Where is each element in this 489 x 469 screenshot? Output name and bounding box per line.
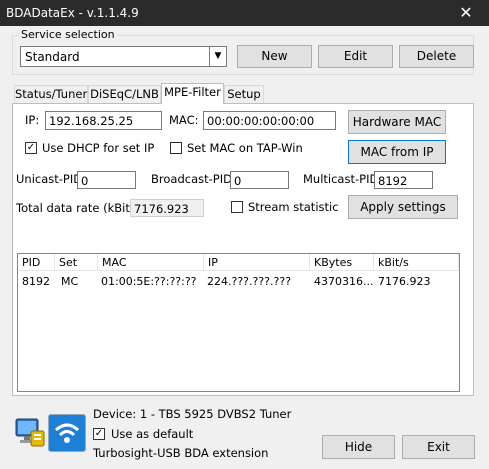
service-select[interactable]: Standard ▼ (20, 46, 227, 67)
window-title: BDADataEx - v.1.1.4.9 (6, 6, 139, 20)
column-header-pid[interactable]: PID (18, 254, 55, 271)
apply-settings-button[interactable]: Apply settings (348, 195, 458, 219)
multicast-pid-input[interactable]: 8192 (374, 171, 433, 189)
app-window: BDADataEx - v.1.1.4.9 ✕ Service selectio… (0, 0, 489, 469)
set-mac-checkbox[interactable] (170, 142, 182, 154)
service-select-value: Standard (25, 50, 80, 64)
stream-statistic-checkbox[interactable] (231, 201, 243, 213)
edit-button[interactable]: Edit (318, 45, 393, 68)
ip-input[interactable]: 192.168.25.25 (45, 111, 162, 130)
tab-diseqc-lnb[interactable]: DiSEqC/LNB (88, 85, 161, 103)
cell-kbytes: 4370316... (314, 275, 374, 288)
column-header-kbytes[interactable]: KBytes (310, 254, 374, 271)
close-icon[interactable]: ✕ (443, 0, 489, 26)
unicast-pid-input[interactable]: 0 (77, 171, 136, 189)
cell-ip: 224.???.???.??? (207, 275, 292, 288)
set-mac-label: Set MAC on TAP-Win (187, 141, 303, 155)
broadcast-pid-input[interactable]: 0 (230, 171, 289, 189)
ip-label: IP: (25, 113, 40, 127)
use-as-default-checkbox[interactable]: ✓ (93, 428, 105, 440)
mac-input[interactable]: 00:00:00:00:00:00 (203, 111, 336, 130)
stream-table[interactable]: PID Set MAC IP KBytes kBit/s 8192 MC 01:… (17, 253, 460, 392)
tab-setup[interactable]: Setup (224, 85, 264, 103)
extension-label: Turbosight-USB BDA extension (93, 446, 269, 460)
use-as-default-label: Use as default (111, 427, 194, 441)
stream-statistic-label: Stream statistic (248, 200, 339, 214)
exit-button[interactable]: Exit (402, 435, 475, 459)
chevron-down-icon[interactable]: ▼ (209, 47, 226, 66)
hide-button[interactable]: Hide (322, 435, 395, 459)
title-bar[interactable]: BDADataEx - v.1.1.4.9 ✕ (0, 0, 489, 26)
use-dhcp-checkbox[interactable]: ✓ (25, 142, 37, 154)
multicast-pid-label: Multicast-PID: (303, 172, 383, 186)
hardware-mac-button[interactable]: Hardware MAC (348, 110, 446, 134)
cell-pid: 8192 (22, 275, 50, 288)
device-label: Device: 1 - TBS 5925 DVBS2 Tuner (93, 407, 292, 421)
column-header-ip[interactable]: IP (204, 254, 310, 271)
wifi-icon (48, 414, 86, 452)
cell-mac: 01:00:5E:??:??:?? (101, 275, 197, 288)
column-header-set[interactable]: Set (55, 254, 98, 271)
broadcast-pid-label: Broadcast-PID: (151, 172, 236, 186)
mac-from-ip-button[interactable]: MAC from IP (348, 140, 446, 164)
mac-label: MAC: (169, 113, 199, 127)
unicast-pid-label: Unicast-PID: (16, 172, 86, 186)
delete-button[interactable]: Delete (399, 45, 474, 68)
tab-mpe-filter[interactable]: MPE-Filter (161, 83, 224, 104)
new-button[interactable]: New (237, 45, 312, 68)
cell-set: MC (61, 275, 79, 288)
total-data-rate-label: Total data rate (kBit/s): (16, 201, 149, 215)
tab-status-tuner[interactable]: Status/Tuner (14, 85, 88, 103)
monitor-icon (13, 415, 46, 448)
column-header-kbits[interactable]: kBit/s (374, 254, 459, 271)
cell-kbits: 7176.923 (378, 275, 431, 288)
use-dhcp-label: Use DHCP for set IP (42, 141, 155, 155)
column-header-mac[interactable]: MAC (98, 254, 204, 271)
service-selection-legend: Service selection (18, 28, 118, 41)
total-data-rate-value: 7176.923 (130, 199, 204, 217)
